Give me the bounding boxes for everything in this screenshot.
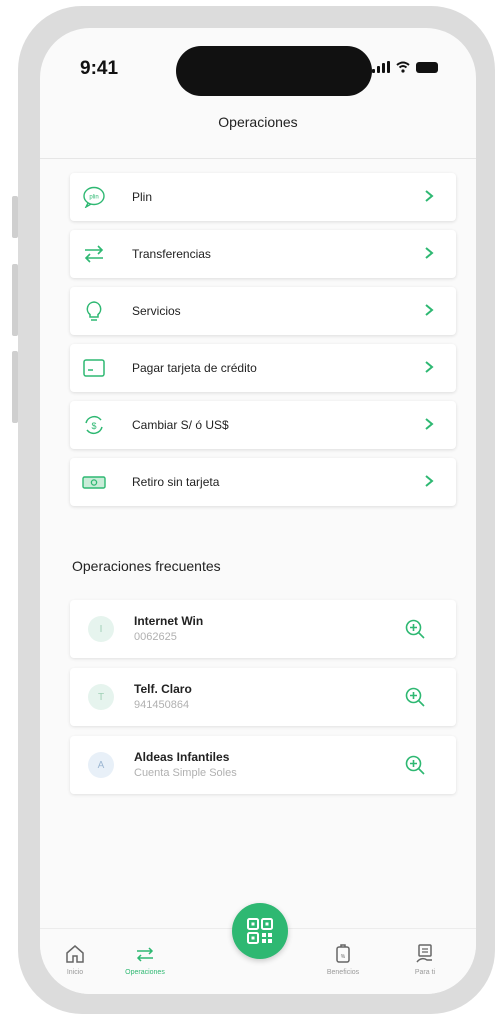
chevron-right-icon: [425, 418, 434, 430]
operation-label: Retiro sin tarjeta: [132, 475, 220, 489]
volume-up-button: [12, 264, 18, 336]
operation-transferencias[interactable]: Transferencias: [70, 230, 456, 278]
tab-beneficios[interactable]: % Beneficios: [308, 943, 378, 976]
tab-label: Operaciones: [125, 969, 165, 976]
frequent-section-title: Operaciones frecuentes: [72, 558, 221, 574]
status-time: 9:41: [80, 58, 119, 79]
operation-label: Transferencias: [132, 247, 211, 261]
chevron-right-icon: [425, 304, 434, 316]
frequent-name: Internet Win: [134, 614, 204, 628]
zoom-in-icon[interactable]: [404, 618, 426, 640]
frequent-detail: Cuenta Simple Soles: [134, 767, 237, 779]
page-title: Operaciones: [218, 114, 298, 130]
dynamic-island: [176, 46, 372, 96]
avatar: T: [88, 684, 114, 710]
qr-scan-button[interactable]: [232, 903, 288, 959]
for-you-icon: [416, 944, 432, 963]
operation-label: Cambiar S/ ó US$: [132, 418, 229, 432]
operation-label: Plin: [132, 190, 153, 204]
frequent-list: I Internet Win 0062625 T Telf. Claro 941…: [70, 600, 456, 804]
svg-text:$: $: [91, 421, 96, 431]
operation-label: Pagar tarjeta de crédito: [132, 361, 257, 375]
phone-screen: 9:41 Operaciones plin Plin Transferencia…: [40, 28, 476, 994]
operation-retiro[interactable]: Retiro sin tarjeta: [70, 458, 456, 506]
transfer-arrows-icon: [80, 242, 108, 266]
signal-icon: [372, 61, 390, 73]
tab-para-ti[interactable]: Para ti: [390, 943, 460, 976]
wifi-icon: [396, 61, 410, 73]
status-bar: 9:41: [40, 28, 476, 108]
tab-label: Para ti: [414, 969, 436, 976]
svg-text:%: %: [341, 954, 346, 960]
lightbulb-icon: [80, 299, 108, 323]
status-icons: [372, 61, 438, 73]
battery-icon: [416, 61, 438, 73]
cash-withdrawal-icon: [80, 470, 108, 494]
currency-exchange-icon: $: [80, 413, 108, 437]
tab-label: Inicio: [66, 969, 84, 976]
zoom-in-icon[interactable]: [404, 686, 426, 708]
chevron-right-icon: [425, 190, 434, 202]
operations-list: plin Plin Transferencias Servicios Pagar…: [70, 173, 456, 515]
operation-pagar-tarjeta[interactable]: Pagar tarjeta de crédito: [70, 344, 456, 392]
operation-servicios[interactable]: Servicios: [70, 287, 456, 335]
frequent-item-aldeas-infantiles[interactable]: A Aldeas Infantiles Cuenta Simple Soles: [70, 736, 456, 794]
frequent-item-telf-claro[interactable]: T Telf. Claro 941450864: [70, 668, 456, 726]
chevron-right-icon: [425, 247, 434, 259]
credit-card-icon: [80, 356, 108, 380]
operation-cambiar[interactable]: $ Cambiar S/ ó US$: [70, 401, 456, 449]
svg-text:plin: plin: [89, 195, 98, 201]
frequent-name: Aldeas Infantiles: [134, 750, 230, 764]
frequent-detail: 941450864: [134, 699, 190, 711]
tab-inicio[interactable]: Inicio: [40, 943, 110, 976]
benefits-icon: %: [336, 944, 350, 963]
header-divider: [40, 158, 476, 159]
tab-label: Beneficios: [326, 969, 360, 976]
home-icon: [66, 945, 84, 963]
operations-icon: [136, 947, 154, 962]
volume-down-button: [12, 351, 18, 423]
avatar: A: [88, 752, 114, 778]
plin-icon: plin: [80, 185, 108, 209]
tab-operaciones[interactable]: Operaciones: [110, 943, 180, 976]
chevron-right-icon: [425, 475, 434, 487]
avatar: I: [88, 616, 114, 642]
zoom-in-icon[interactable]: [404, 754, 426, 776]
frequent-detail: 0062625: [134, 631, 177, 643]
frequent-item-internet-win[interactable]: I Internet Win 0062625: [70, 600, 456, 658]
mute-switch: [12, 196, 18, 238]
qr-code-icon: [247, 918, 273, 944]
operation-label: Servicios: [132, 304, 181, 318]
chevron-right-icon: [425, 361, 434, 373]
frequent-name: Telf. Claro: [134, 682, 192, 696]
operation-plin[interactable]: plin Plin: [70, 173, 456, 221]
